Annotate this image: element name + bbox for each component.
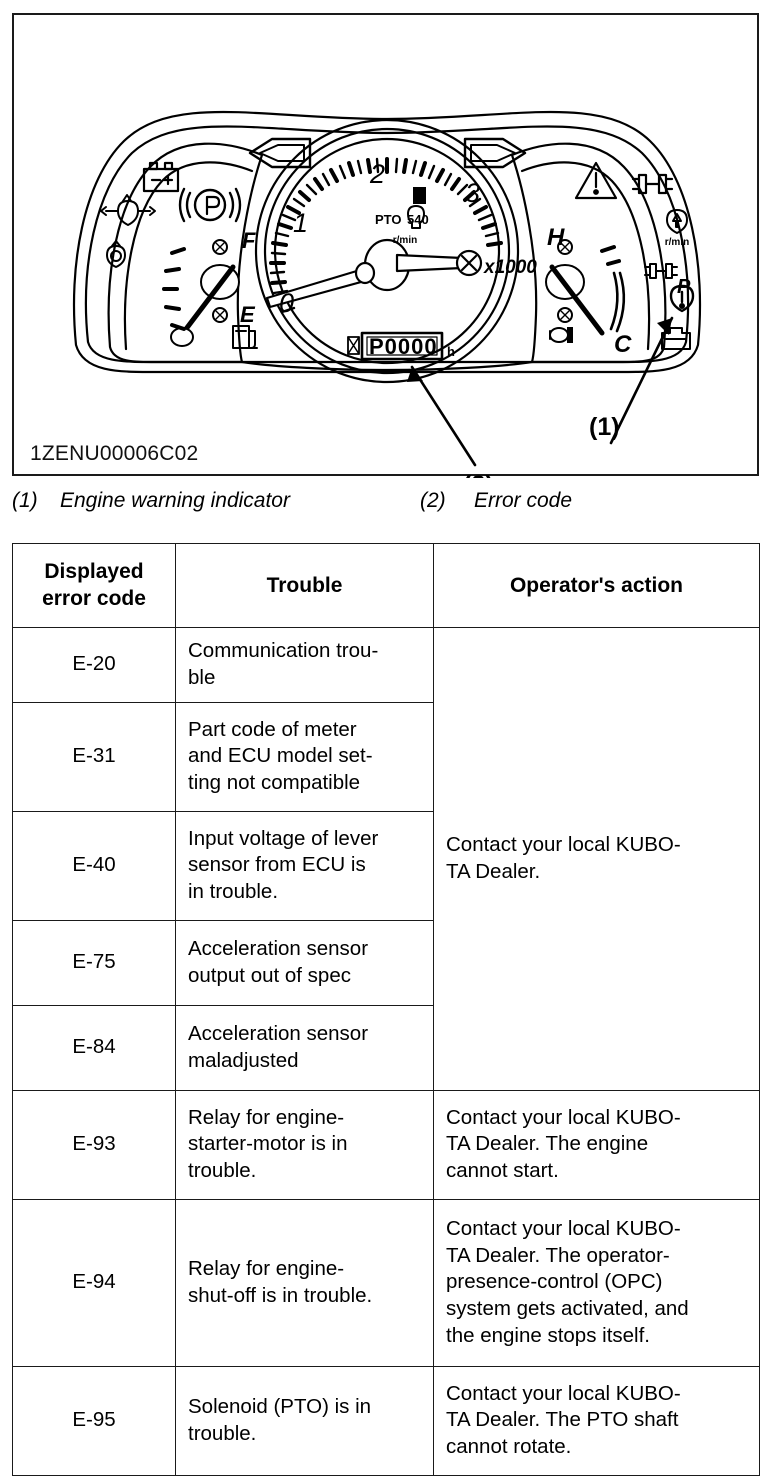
instrument-cluster-illustration: 0 1 2 3 x1000 PTO 540 r/min r/min P0000 …: [72, 110, 702, 478]
caption-2-text: Error code: [474, 489, 573, 512]
cell-trouble: Acceleration sensor output out of spec: [175, 919, 434, 1006]
callout-marker-2: (2): [463, 471, 494, 478]
lcd-unit-label: h: [447, 344, 455, 359]
cell-trouble: Acceleration sensor maladjusted: [175, 1004, 434, 1091]
column-header-trouble: Trouble: [175, 543, 434, 628]
cell-error-code: E-40: [12, 810, 176, 921]
table-row: E-94 Relay for engine-shut-off is in tro…: [12, 1198, 760, 1367]
cell-action: Contact your local KUBO- TA Dealer. The o…: [433, 1198, 760, 1367]
pto-rpm-icon-unit-label: r/min: [665, 237, 689, 248]
lcd-value: P0000: [369, 334, 438, 359]
cell-error-code: E-93: [12, 1089, 176, 1200]
caption-1-text: Engine warning indicator: [60, 489, 290, 512]
cell-action: Contact your local KUBO- TA Dealer.: [433, 626, 760, 1091]
cell-error-code: E-84: [12, 1004, 176, 1091]
table-row: E-20 Communication trou-ble Contact your…: [12, 626, 760, 1091]
temp-hot-label: H: [547, 224, 565, 251]
cell-trouble: Relay for engine-starter-motor is in trou…: [175, 1089, 434, 1200]
figure-id-label: 1ZENU00006C02: [30, 442, 199, 465]
fuel-empty-label: E: [240, 302, 256, 327]
cell-error-code: E-95: [12, 1365, 176, 1476]
cell-error-code: E-75: [12, 919, 176, 1006]
cell-trouble: Relay for engine-shut-off is in trouble.: [175, 1198, 434, 1367]
cell-error-code: E-20: [12, 626, 176, 703]
caption-2-number: (2): [420, 489, 446, 512]
figure-frame: 0 1 2 3 x1000 PTO 540 r/min r/min P0000 …: [12, 13, 759, 478]
caption-1-number: (1): [12, 489, 38, 512]
cell-trouble: Part code of meter and ECU model set-ting…: [175, 701, 434, 812]
pto-value-label: 540: [407, 212, 429, 227]
cell-trouble: Communication trou-ble: [175, 626, 434, 703]
table-row: E-95 Solenoid (PTO) is in trouble. Contac…: [12, 1365, 760, 1476]
tach-label-0: 0: [279, 288, 294, 318]
tach-label-2: 2: [369, 159, 385, 189]
tach-label-3: 3: [465, 178, 480, 208]
column-header-action: Operator's action: [433, 543, 760, 628]
cell-error-code: E-31: [12, 701, 176, 812]
temp-cold-label: C: [614, 331, 632, 358]
cell-trouble: Solenoid (PTO) is in trouble.: [175, 1365, 434, 1476]
four-wd-park-label: P: [677, 276, 691, 298]
cell-action: Contact your local KUBO- TA Dealer. The P…: [433, 1365, 760, 1476]
column-header-error-code-line1: Displayed: [44, 560, 144, 583]
fuel-full-label: F: [242, 228, 256, 253]
tach-label-1: 1: [293, 208, 308, 238]
cell-error-code: E-94: [12, 1198, 176, 1367]
table-row: E-93 Relay for engine-starter-motor is i…: [12, 1089, 760, 1200]
cell-action: Contact your local KUBO- TA Dealer. The e…: [433, 1089, 760, 1200]
tach-multiplier-label: x1000: [483, 257, 537, 278]
callout-marker-1: (1): [589, 413, 620, 441]
figure-caption: (1) Engine warning indicator (2) Error c…: [12, 489, 759, 523]
error-code-table: Displayed error code Trouble Operator's …: [12, 543, 760, 1476]
pto-rpm-unit-label: r/min: [393, 235, 417, 246]
column-header-error-code: Displayed error code: [12, 543, 176, 628]
column-header-error-code-line2: error code: [42, 587, 146, 611]
pto-label: PTO: [375, 212, 402, 227]
table-header-row: Displayed error code Trouble Operator's …: [12, 543, 760, 628]
cell-trouble: Input voltage of lever sensor from ECU is…: [175, 810, 434, 921]
